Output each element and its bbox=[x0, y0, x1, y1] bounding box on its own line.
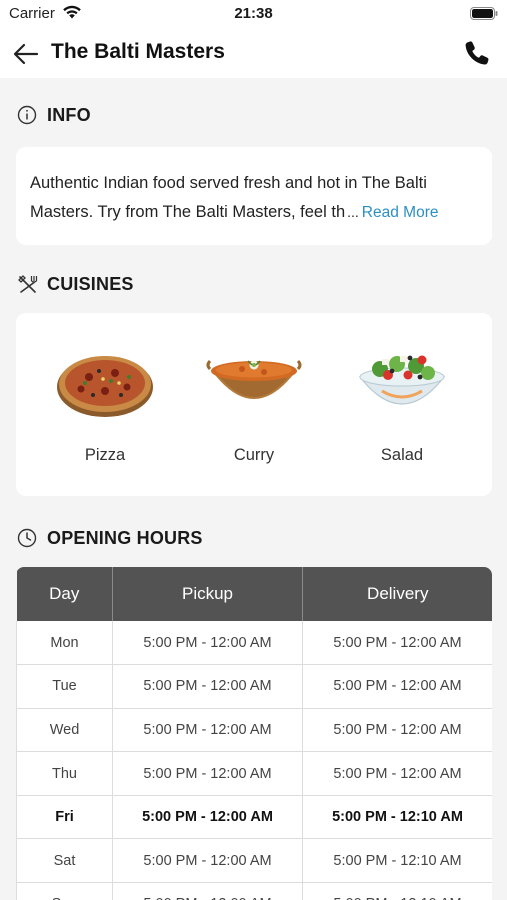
delivery-cell: 5:00 PM - 12:00 AM bbox=[302, 621, 492, 666]
opening-hours-heading: OPENING HOURS bbox=[47, 527, 203, 548]
table-row-current-day: Fri 5:00 PM - 12:00 AM 5:00 PM - 12:10 A… bbox=[16, 795, 492, 840]
page-title: The Balti Masters bbox=[51, 40, 225, 63]
day-cell: Fri bbox=[16, 795, 113, 840]
table-row: Thu 5:00 PM - 12:00 AM 5:00 PM - 12:00 A… bbox=[16, 751, 492, 796]
info-text-line-1: Authentic Indian food served fresh and h… bbox=[30, 174, 427, 192]
cuisine-label: Pizza bbox=[84, 446, 126, 464]
delivery-cell: 5:00 PM - 12:10 AM bbox=[302, 795, 492, 840]
pickup-cell: 5:00 PM - 12:00 AM bbox=[112, 882, 303, 900]
cuisines-section-header: CUISINES bbox=[16, 271, 134, 297]
pickup-cell: 5:00 PM - 12:00 AM bbox=[112, 621, 303, 666]
table-row: Mon 5:00 PM - 12:00 AM 5:00 PM - 12:00 A… bbox=[16, 621, 492, 666]
utensils-icon bbox=[18, 275, 38, 293]
pickup-cell: 5:00 PM - 12:00 AM bbox=[112, 795, 303, 840]
cuisines-heading: CUISINES bbox=[47, 273, 134, 294]
day-cell: Wed bbox=[16, 708, 113, 753]
ellipsis: ... bbox=[347, 204, 359, 220]
cuisine-label: Curry bbox=[233, 446, 275, 464]
opening-hours-table: Day Pickup Delivery Mon 5:00 PM - 12:00 … bbox=[16, 567, 492, 900]
info-description: Authentic Indian food served fresh and h… bbox=[30, 169, 478, 227]
nav-bar: The Balti Masters bbox=[0, 30, 507, 78]
day-cell: Thu bbox=[16, 751, 113, 796]
info-section-header: INFO bbox=[16, 102, 91, 128]
table-row: Wed 5:00 PM - 12:00 AM 5:00 PM - 12:00 A… bbox=[16, 708, 492, 753]
back-arrow-icon[interactable] bbox=[12, 41, 40, 67]
info-icon bbox=[17, 105, 37, 125]
curry-bowl-image bbox=[206, 359, 302, 399]
clock-icon bbox=[17, 528, 37, 548]
cuisine-pizza[interactable]: Pizza bbox=[45, 347, 165, 465]
delivery-cell: 5:00 PM - 12:10 AM bbox=[302, 882, 492, 900]
column-header-pickup: Pickup bbox=[112, 567, 303, 621]
delivery-cell: 5:00 PM - 12:10 AM bbox=[302, 838, 492, 884]
delivery-cell: 5:00 PM - 12:00 AM bbox=[302, 664, 492, 709]
table-row: Tue 5:00 PM - 12:00 AM 5:00 PM - 12:00 A… bbox=[16, 664, 492, 709]
info-heading: INFO bbox=[47, 104, 91, 125]
day-cell: Sun bbox=[16, 882, 113, 900]
delivery-cell: 5:00 PM - 12:00 AM bbox=[302, 708, 492, 753]
cuisine-label: Salad bbox=[380, 446, 424, 464]
day-cell: Mon bbox=[16, 621, 113, 666]
info-card: Authentic Indian food served fresh and h… bbox=[16, 147, 492, 245]
day-cell: Tue bbox=[16, 664, 113, 709]
cuisine-curry[interactable]: Curry bbox=[194, 347, 314, 465]
pickup-cell: 5:00 PM - 12:00 AM bbox=[112, 751, 303, 796]
phone-icon[interactable] bbox=[463, 39, 491, 67]
info-text-line-2-content: Masters. Try from The Balti Masters, fee… bbox=[30, 203, 346, 221]
opening-hours-section-header: OPENING HOURS bbox=[16, 525, 203, 551]
salad-bowl-image bbox=[358, 355, 446, 405]
table-row: Sun 5:00 PM - 12:00 AM 5:00 PM - 12:10 A… bbox=[16, 882, 492, 900]
pickup-cell: 5:00 PM - 12:00 AM bbox=[112, 708, 303, 753]
read-more-link[interactable]: Read More bbox=[362, 198, 439, 227]
table-header-row: Day Pickup Delivery bbox=[16, 567, 492, 621]
table-row: Sat 5:00 PM - 12:00 AM 5:00 PM - 12:10 A… bbox=[16, 838, 492, 884]
delivery-cell: 5:00 PM - 12:00 AM bbox=[302, 751, 492, 796]
clock: 21:38 bbox=[234, 5, 273, 22]
column-header-delivery: Delivery bbox=[302, 567, 492, 621]
day-cell: Sat bbox=[16, 838, 113, 884]
battery-icon bbox=[470, 7, 498, 20]
info-text-line-2: Masters. Try from The Balti Masters, fee… bbox=[30, 198, 478, 227]
cuisines-card: Pizza Curry Salad bbox=[16, 313, 492, 496]
pickup-cell: 5:00 PM - 12:00 AM bbox=[112, 838, 303, 884]
status-bar: Carrier 21:38 bbox=[0, 0, 507, 30]
column-header-day: Day bbox=[16, 567, 113, 621]
pickup-cell: 5:00 PM - 12:00 AM bbox=[112, 664, 303, 709]
pizza-image bbox=[57, 356, 153, 417]
cuisine-salad[interactable]: Salad bbox=[342, 347, 462, 465]
